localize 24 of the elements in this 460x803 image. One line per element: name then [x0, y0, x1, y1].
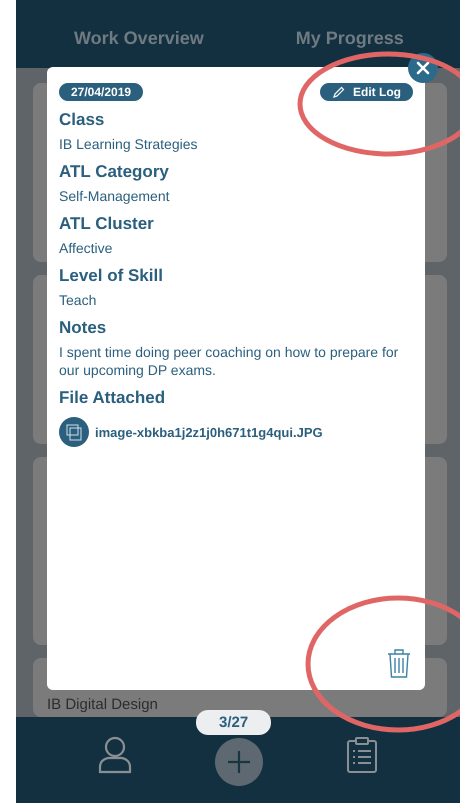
field-value: Teach — [59, 291, 98, 309]
page-counter: 3/27 — [196, 710, 272, 735]
date-badge: 27/04/2019 — [59, 83, 144, 101]
field-value: IB Learning Strategies — [59, 135, 199, 153]
add-button[interactable] — [214, 738, 263, 786]
close-icon — [416, 61, 430, 75]
plus-icon — [226, 749, 252, 775]
trash-icon[interactable] — [387, 648, 411, 678]
file-image-icon — [59, 417, 89, 447]
field-label: ATL Cluster — [59, 213, 155, 235]
file-link[interactable]: image-xbkba1j2z1j0h671t1g4qui.JPG — [95, 424, 323, 440]
field-label: Level of Skill — [59, 265, 164, 287]
edit-log-button[interactable]: Edit Log — [320, 83, 413, 101]
clipboard-icon[interactable] — [346, 736, 378, 774]
field-value: Self-Management — [59, 187, 171, 205]
field-label: Notes — [59, 317, 108, 339]
field-label: Class — [59, 109, 106, 131]
field-value: Affective — [59, 239, 114, 257]
person-icon[interactable] — [98, 736, 132, 774]
field-label: ATL Category — [59, 161, 170, 183]
field-label: File Attached — [59, 387, 166, 409]
pencil-icon — [332, 86, 345, 98]
field-value: I spent time doing peer coaching on how to prepare for our upcoming DP exams. — [59, 343, 400, 379]
card-title: IB Digital Design — [47, 696, 158, 713]
